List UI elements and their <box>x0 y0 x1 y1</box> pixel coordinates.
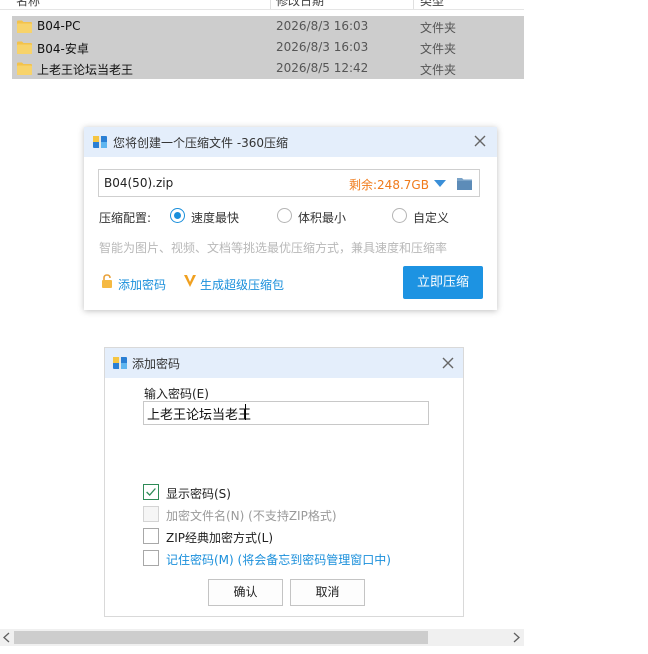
dropdown-arrow-icon[interactable] <box>434 180 446 188</box>
checkbox-box[interactable] <box>143 528 159 544</box>
dialog-title: 添加密码 <box>132 357 181 371</box>
radio-label: 自定义 <box>413 211 450 225</box>
dialog-titlebar[interactable]: 添加密码 <box>105 348 463 378</box>
checkmark-icon[interactable] <box>143 484 159 500</box>
column-header: 名称 修改日期 类型 <box>0 0 524 10</box>
archive-path-field[interactable]: B04(50).zip 剩余:248.7GB <box>98 169 480 197</box>
file-name: 上老王论坛当老王 <box>37 63 134 77</box>
column-name-header[interactable]: 名称 <box>16 0 40 9</box>
checkbox-box <box>143 506 159 522</box>
add-password-label[interactable]: 添加密码 <box>118 276 166 293</box>
folder-browse-icon[interactable] <box>457 177 472 190</box>
checkbox-label: 显示密码(S) <box>166 487 231 501</box>
folder-icon <box>17 20 32 33</box>
text-caret <box>245 404 246 420</box>
dialog-title: 您将创建一个压缩文件 -360压缩 <box>113 136 289 150</box>
file-row[interactable]: 上老王论坛当老王 2026/8/5 12:42 文件夹 <box>12 58 524 79</box>
column-date-header[interactable]: 修改日期 <box>276 0 324 9</box>
radio-label: 体积最小 <box>298 211 347 225</box>
archive-icon <box>93 136 107 148</box>
free-space-label: 剩余:248.7GB <box>349 178 429 192</box>
scroll-right-icon[interactable] <box>511 632 521 643</box>
password-input[interactable] <box>143 401 429 425</box>
close-icon[interactable] <box>472 133 488 149</box>
file-date: 2026/8/5 12:42 <box>276 61 369 75</box>
password-label: 输入密码(E) <box>144 387 209 401</box>
compression-hint: 智能为图片、视频、文档等挑选最优压缩方式，兼具速度和压缩率 <box>99 241 448 255</box>
file-name: B04-安卓 <box>37 42 89 56</box>
close-icon[interactable] <box>440 355 456 371</box>
compress-dialog: 您将创建一个压缩文件 -360压缩 B04(50).zip 剩余:248.7GB… <box>84 127 497 310</box>
file-row[interactable]: B04-PC 2026/8/3 16:03 文件夹 <box>12 16 524 37</box>
folder-icon <box>17 62 32 75</box>
column-type-header[interactable]: 类型 <box>420 0 444 9</box>
v-badge-icon <box>184 275 196 287</box>
file-type: 文件夹 <box>420 42 457 56</box>
file-row[interactable]: B04-安卓 2026/8/3 16:03 文件夹 <box>12 37 524 58</box>
column-divider[interactable] <box>270 0 271 9</box>
dialog-titlebar[interactable]: 您将创建一个压缩文件 -360压缩 <box>84 127 497 157</box>
checkbox-label: ZIP经典加密方式(L) <box>166 531 274 545</box>
radio-button[interactable] <box>277 208 292 223</box>
checkbox-label: 加密文件名(N) (不支持ZIP格式) <box>166 509 337 523</box>
config-label: 压缩配置: <box>99 211 152 225</box>
archive-filename[interactable]: B04(50).zip <box>104 176 173 190</box>
horizontal-scrollbar[interactable] <box>0 629 524 646</box>
confirm-button[interactable]: 确认 <box>208 579 283 606</box>
file-type: 文件夹 <box>420 21 457 35</box>
file-date: 2026/8/3 16:03 <box>276 40 369 54</box>
file-date: 2026/8/3 16:03 <box>276 19 369 33</box>
checkbox-label: 记住密码(M) (将会备忘到密码管理窗口中) <box>166 551 391 568</box>
archive-icon <box>113 357 127 369</box>
super-package-label[interactable]: 生成超级压缩包 <box>200 276 284 293</box>
lock-icon <box>102 274 112 288</box>
radio-button[interactable] <box>170 208 185 223</box>
file-name: B04-PC <box>37 19 81 33</box>
checkbox-box[interactable] <box>143 550 159 566</box>
scroll-left-icon[interactable] <box>2 632 12 643</box>
cancel-button[interactable]: 取消 <box>290 579 365 606</box>
file-type: 文件夹 <box>420 63 457 77</box>
remember-label: 记住密码(M) <box>166 553 234 567</box>
scrollbar-thumb[interactable] <box>14 631 428 644</box>
remember-note: (将会备忘到密码管理窗口中) <box>233 553 391 567</box>
column-divider[interactable] <box>413 0 414 9</box>
radio-button[interactable] <box>392 208 407 223</box>
radio-label: 速度最快 <box>191 211 240 225</box>
add-password-dialog: 添加密码 输入密码(E) 显示密码(S) 加密文件名(N) (不支持ZIP格式)… <box>104 347 464 617</box>
file-explorer: 名称 修改日期 类型 B04-PC 2026/8/3 16:03 文件夹 B04… <box>0 0 524 82</box>
folder-icon <box>17 41 32 54</box>
compress-now-button[interactable]: 立即压缩 <box>403 266 483 299</box>
